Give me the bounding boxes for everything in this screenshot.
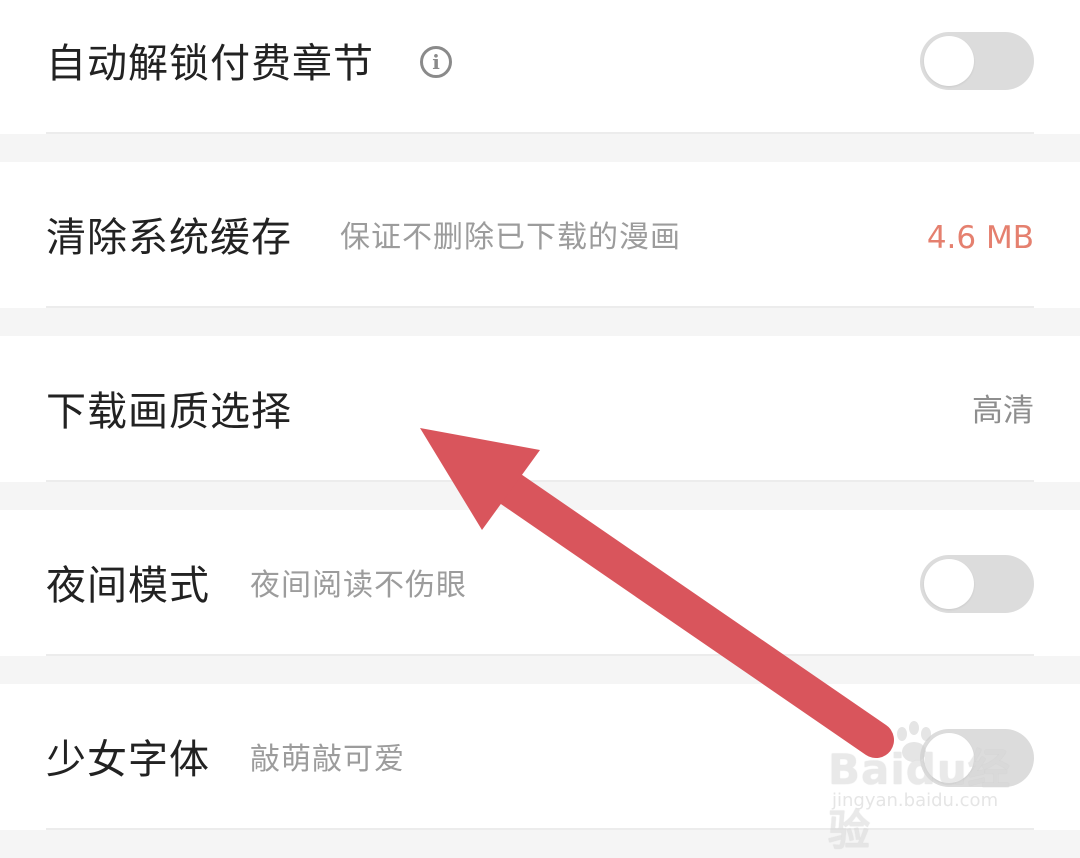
- annotation-arrow: [420, 428, 894, 758]
- baidu-watermark: Baidu经验 jingyan.baidu.com: [828, 718, 1038, 855]
- watermark-url: jingyan.baidu.com: [832, 790, 999, 811]
